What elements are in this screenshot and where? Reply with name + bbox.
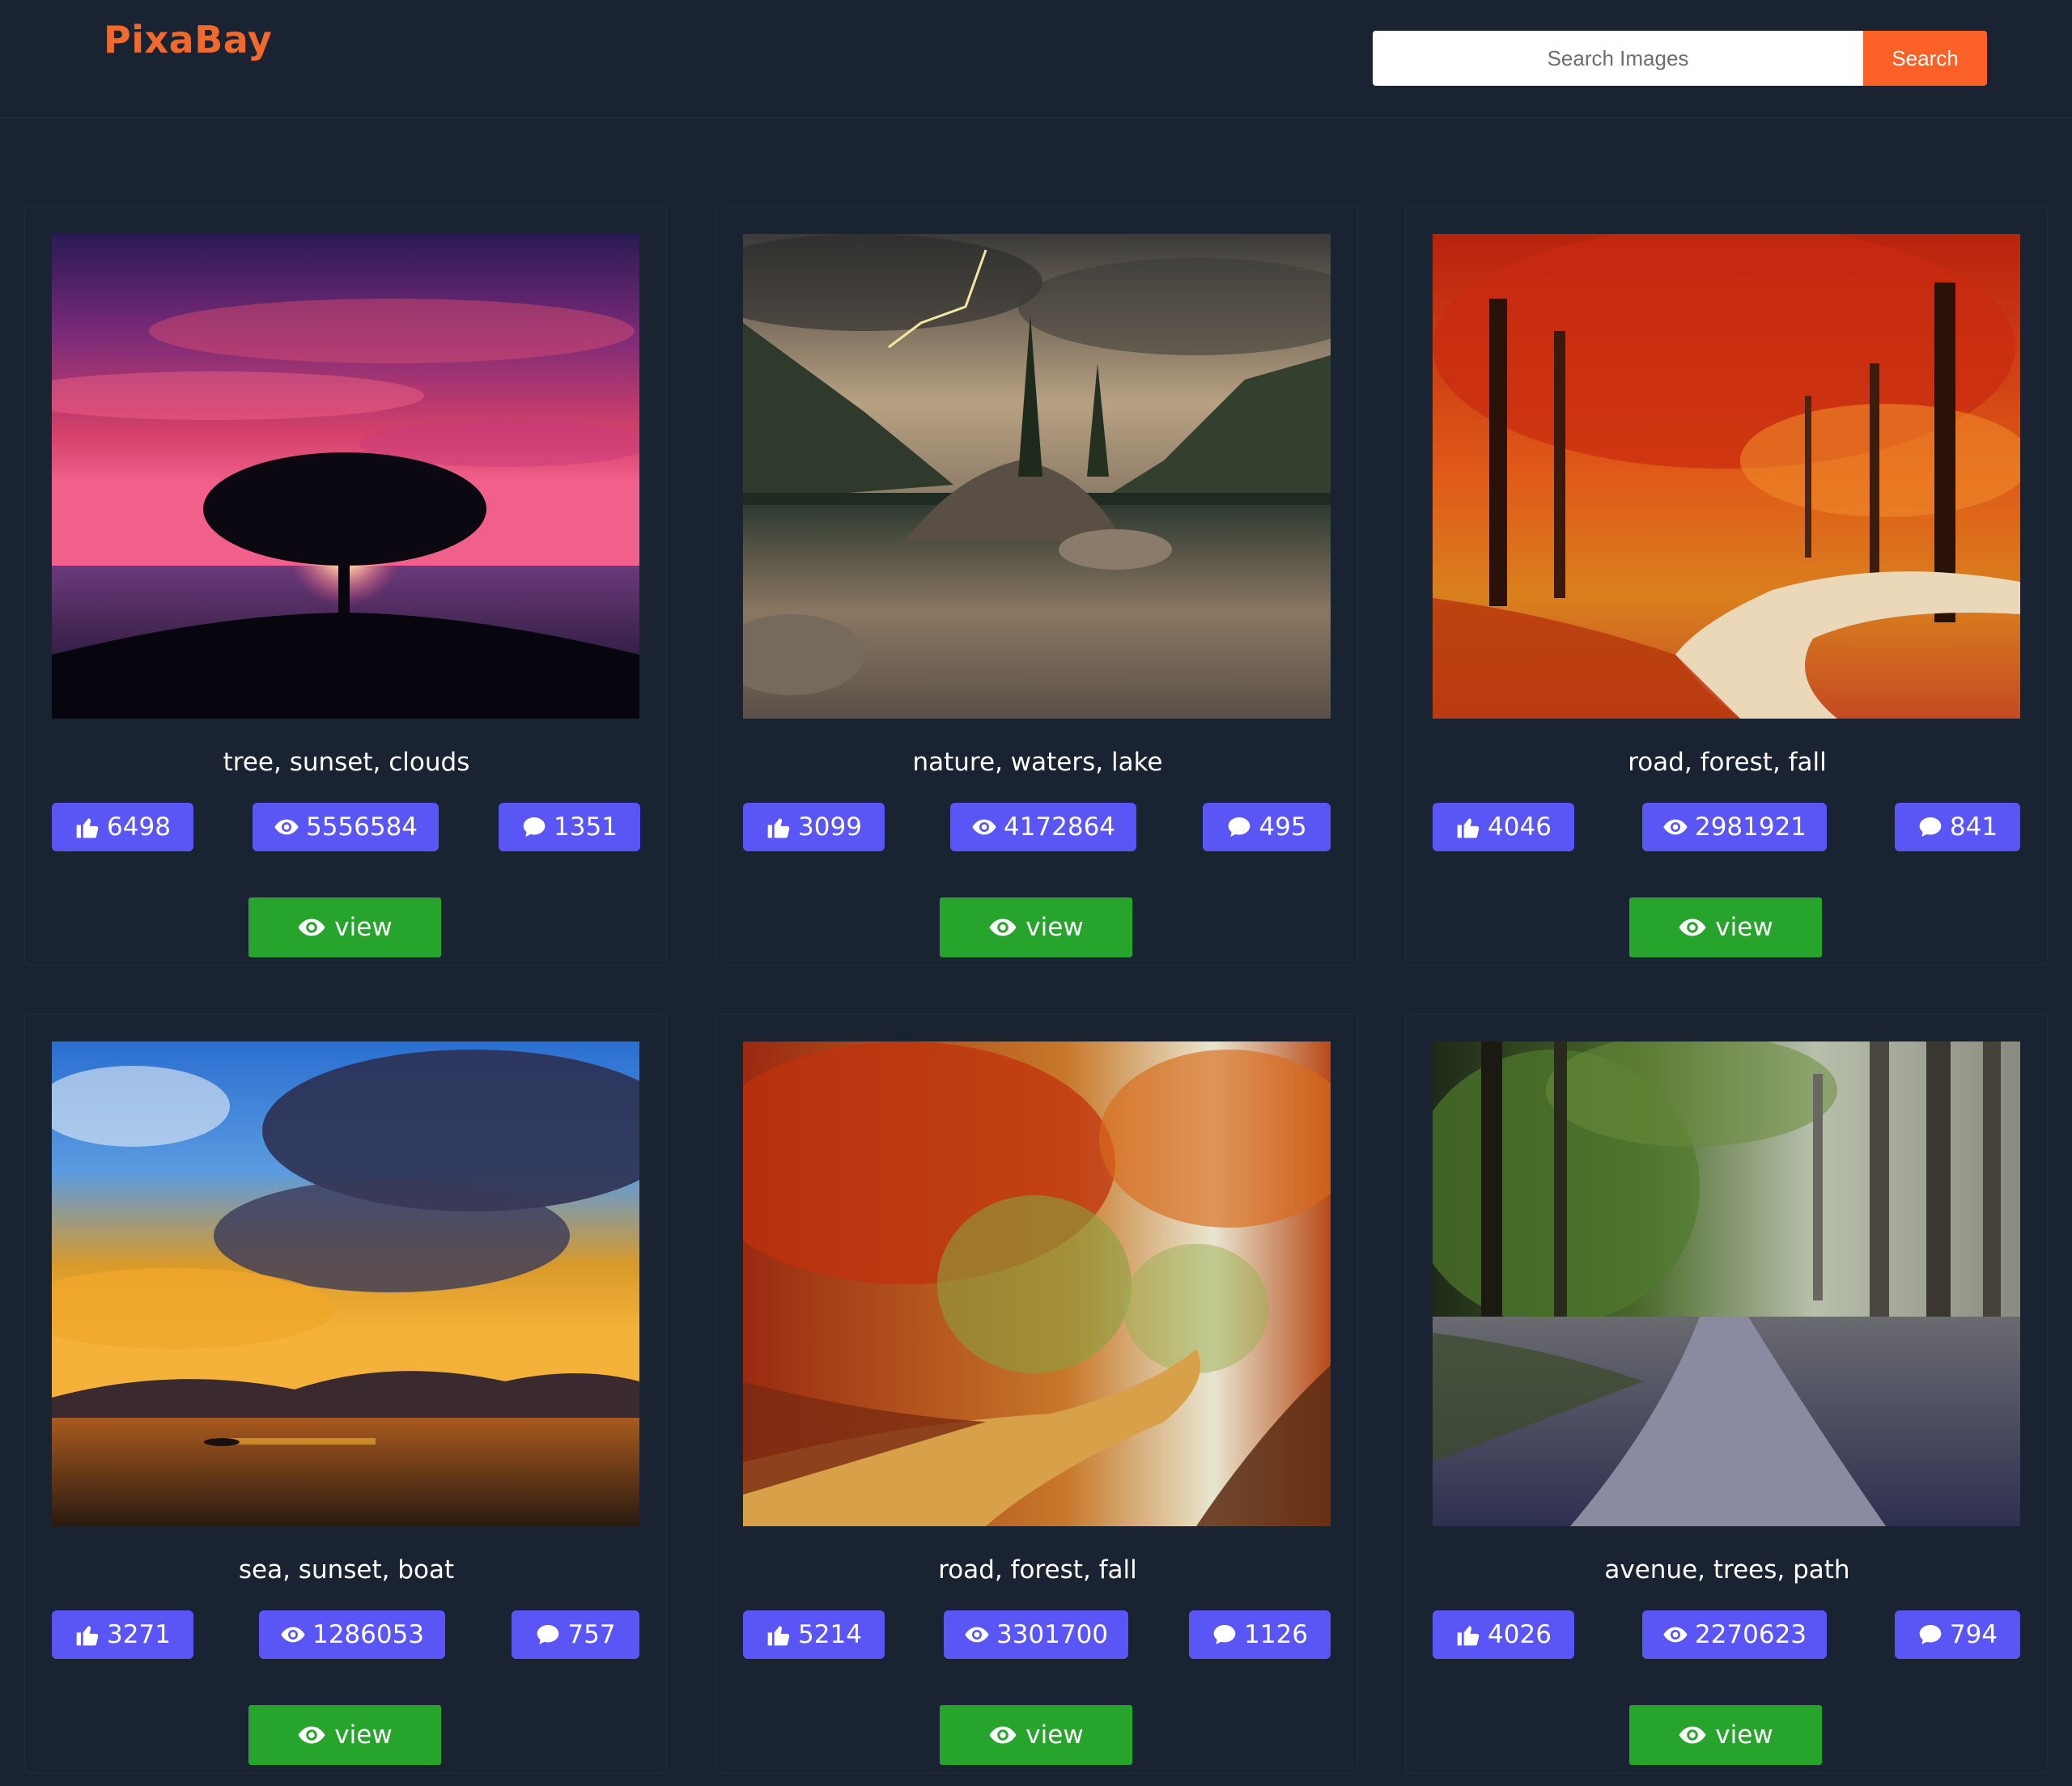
image-tags: avenue, trees, path bbox=[1604, 1555, 1850, 1584]
eye-icon bbox=[1662, 814, 1688, 840]
thumbs-up-icon bbox=[74, 814, 100, 840]
likes-badge: 4046 bbox=[1433, 803, 1574, 851]
likes-badge: 4026 bbox=[1433, 1610, 1574, 1659]
views-badge: 4172864 bbox=[950, 803, 1136, 851]
image-card: avenue, trees, path 4026 2270623 794 vie… bbox=[1405, 1014, 2048, 1773]
view-button[interactable]: view bbox=[248, 1705, 441, 1765]
image-card: road, forest, fall 5214 3301700 1126 vie… bbox=[715, 1014, 1358, 1773]
image-card: sea, sunset, boat 3271 1286053 757 view bbox=[24, 1014, 667, 1773]
comment-icon bbox=[1226, 814, 1252, 840]
views-badge: 2981921 bbox=[1642, 803, 1827, 851]
site-logo[interactable]: PixaBay bbox=[104, 18, 272, 62]
image-tags: road, forest, fall bbox=[1628, 748, 1827, 777]
thumbs-up-icon bbox=[1455, 1622, 1481, 1648]
view-button[interactable]: view bbox=[248, 897, 441, 957]
likes-count: 5214 bbox=[798, 1620, 862, 1649]
comments-count: 841 bbox=[1949, 812, 1998, 842]
eye-icon bbox=[297, 913, 326, 942]
image-thumbnail[interactable] bbox=[52, 1041, 639, 1526]
thumbs-up-icon bbox=[74, 1622, 100, 1648]
likes-count: 3271 bbox=[107, 1620, 171, 1649]
view-button-label: view bbox=[334, 913, 393, 942]
thumbs-up-icon bbox=[766, 1622, 792, 1648]
comments-count: 1351 bbox=[554, 812, 618, 842]
likes-badge: 3099 bbox=[743, 803, 885, 851]
comments-count: 495 bbox=[1259, 812, 1307, 842]
views-badge: 3301700 bbox=[944, 1610, 1128, 1659]
comment-icon bbox=[1917, 814, 1943, 840]
views-count: 2981921 bbox=[1694, 812, 1807, 842]
view-button[interactable]: view bbox=[940, 897, 1132, 957]
views-badge: 2270623 bbox=[1642, 1610, 1827, 1659]
views-count: 5556584 bbox=[305, 812, 418, 842]
image-tags: tree, sunset, clouds bbox=[223, 748, 470, 777]
likes-badge: 3271 bbox=[52, 1610, 193, 1659]
thumbs-up-icon bbox=[766, 814, 792, 840]
comments-badge: 1351 bbox=[499, 803, 640, 851]
views-count: 2270623 bbox=[1694, 1620, 1807, 1649]
eye-icon bbox=[964, 1622, 990, 1648]
thumbs-up-icon bbox=[1455, 814, 1481, 840]
image-thumbnail[interactable] bbox=[1433, 1041, 2020, 1526]
image-tags: sea, sunset, boat bbox=[238, 1555, 455, 1584]
view-button-label: view bbox=[1025, 1720, 1084, 1750]
view-button-label: view bbox=[1715, 1720, 1773, 1750]
eye-icon bbox=[988, 1720, 1017, 1750]
image-card: tree, sunset, clouds 6498 5556584 1351 v… bbox=[24, 206, 667, 965]
image-thumbnail[interactable] bbox=[743, 1041, 1331, 1526]
views-count: 1286053 bbox=[312, 1620, 425, 1649]
comments-count: 1126 bbox=[1244, 1620, 1308, 1649]
likes-count: 4046 bbox=[1488, 812, 1552, 842]
search-button[interactable]: Search bbox=[1863, 31, 1987, 86]
comments-count: 757 bbox=[567, 1620, 616, 1649]
top-header: PixaBay Search bbox=[0, 0, 2072, 119]
eye-icon bbox=[988, 913, 1017, 942]
comment-icon bbox=[521, 814, 547, 840]
eye-icon bbox=[1678, 1720, 1707, 1750]
image-thumbnail[interactable] bbox=[1433, 234, 2020, 719]
comment-icon bbox=[1917, 1622, 1943, 1648]
comments-badge: 794 bbox=[1895, 1610, 2020, 1659]
views-count: 3301700 bbox=[996, 1620, 1109, 1649]
eye-icon bbox=[971, 814, 997, 840]
likes-count: 6498 bbox=[107, 812, 171, 842]
image-thumbnail[interactable] bbox=[743, 234, 1331, 719]
eye-icon bbox=[274, 814, 299, 840]
comment-icon bbox=[1212, 1622, 1238, 1648]
image-thumbnail[interactable] bbox=[52, 234, 639, 719]
comments-badge: 757 bbox=[512, 1610, 639, 1659]
image-tags: nature, waters, lake bbox=[912, 748, 1163, 777]
view-button[interactable]: view bbox=[940, 1705, 1132, 1765]
eye-icon bbox=[1678, 913, 1707, 942]
views-badge: 1286053 bbox=[259, 1610, 445, 1659]
view-button[interactable]: view bbox=[1629, 1705, 1822, 1765]
view-button-label: view bbox=[1715, 913, 1773, 942]
comments-badge: 495 bbox=[1203, 803, 1331, 851]
eye-icon bbox=[280, 1622, 306, 1648]
views-count: 4172864 bbox=[1003, 812, 1116, 842]
search-input[interactable] bbox=[1373, 31, 1863, 86]
likes-count: 3099 bbox=[798, 812, 862, 842]
image-card: nature, waters, lake 3099 4172864 495 vi… bbox=[715, 206, 1358, 965]
view-button[interactable]: view bbox=[1629, 897, 1822, 957]
image-tags: road, forest, fall bbox=[938, 1555, 1137, 1584]
comments-badge: 841 bbox=[1895, 803, 2020, 851]
likes-count: 4026 bbox=[1488, 1620, 1552, 1649]
eye-icon bbox=[1662, 1622, 1688, 1648]
likes-badge: 6498 bbox=[52, 803, 193, 851]
image-card: road, forest, fall 4046 2981921 841 view bbox=[1405, 206, 2048, 965]
comments-count: 794 bbox=[1949, 1620, 1998, 1649]
comment-icon bbox=[535, 1622, 561, 1648]
view-button-label: view bbox=[334, 1720, 393, 1750]
view-button-label: view bbox=[1025, 913, 1084, 942]
likes-badge: 5214 bbox=[743, 1610, 885, 1659]
eye-icon bbox=[297, 1720, 326, 1750]
comments-badge: 1126 bbox=[1189, 1610, 1331, 1659]
views-badge: 5556584 bbox=[253, 803, 439, 851]
